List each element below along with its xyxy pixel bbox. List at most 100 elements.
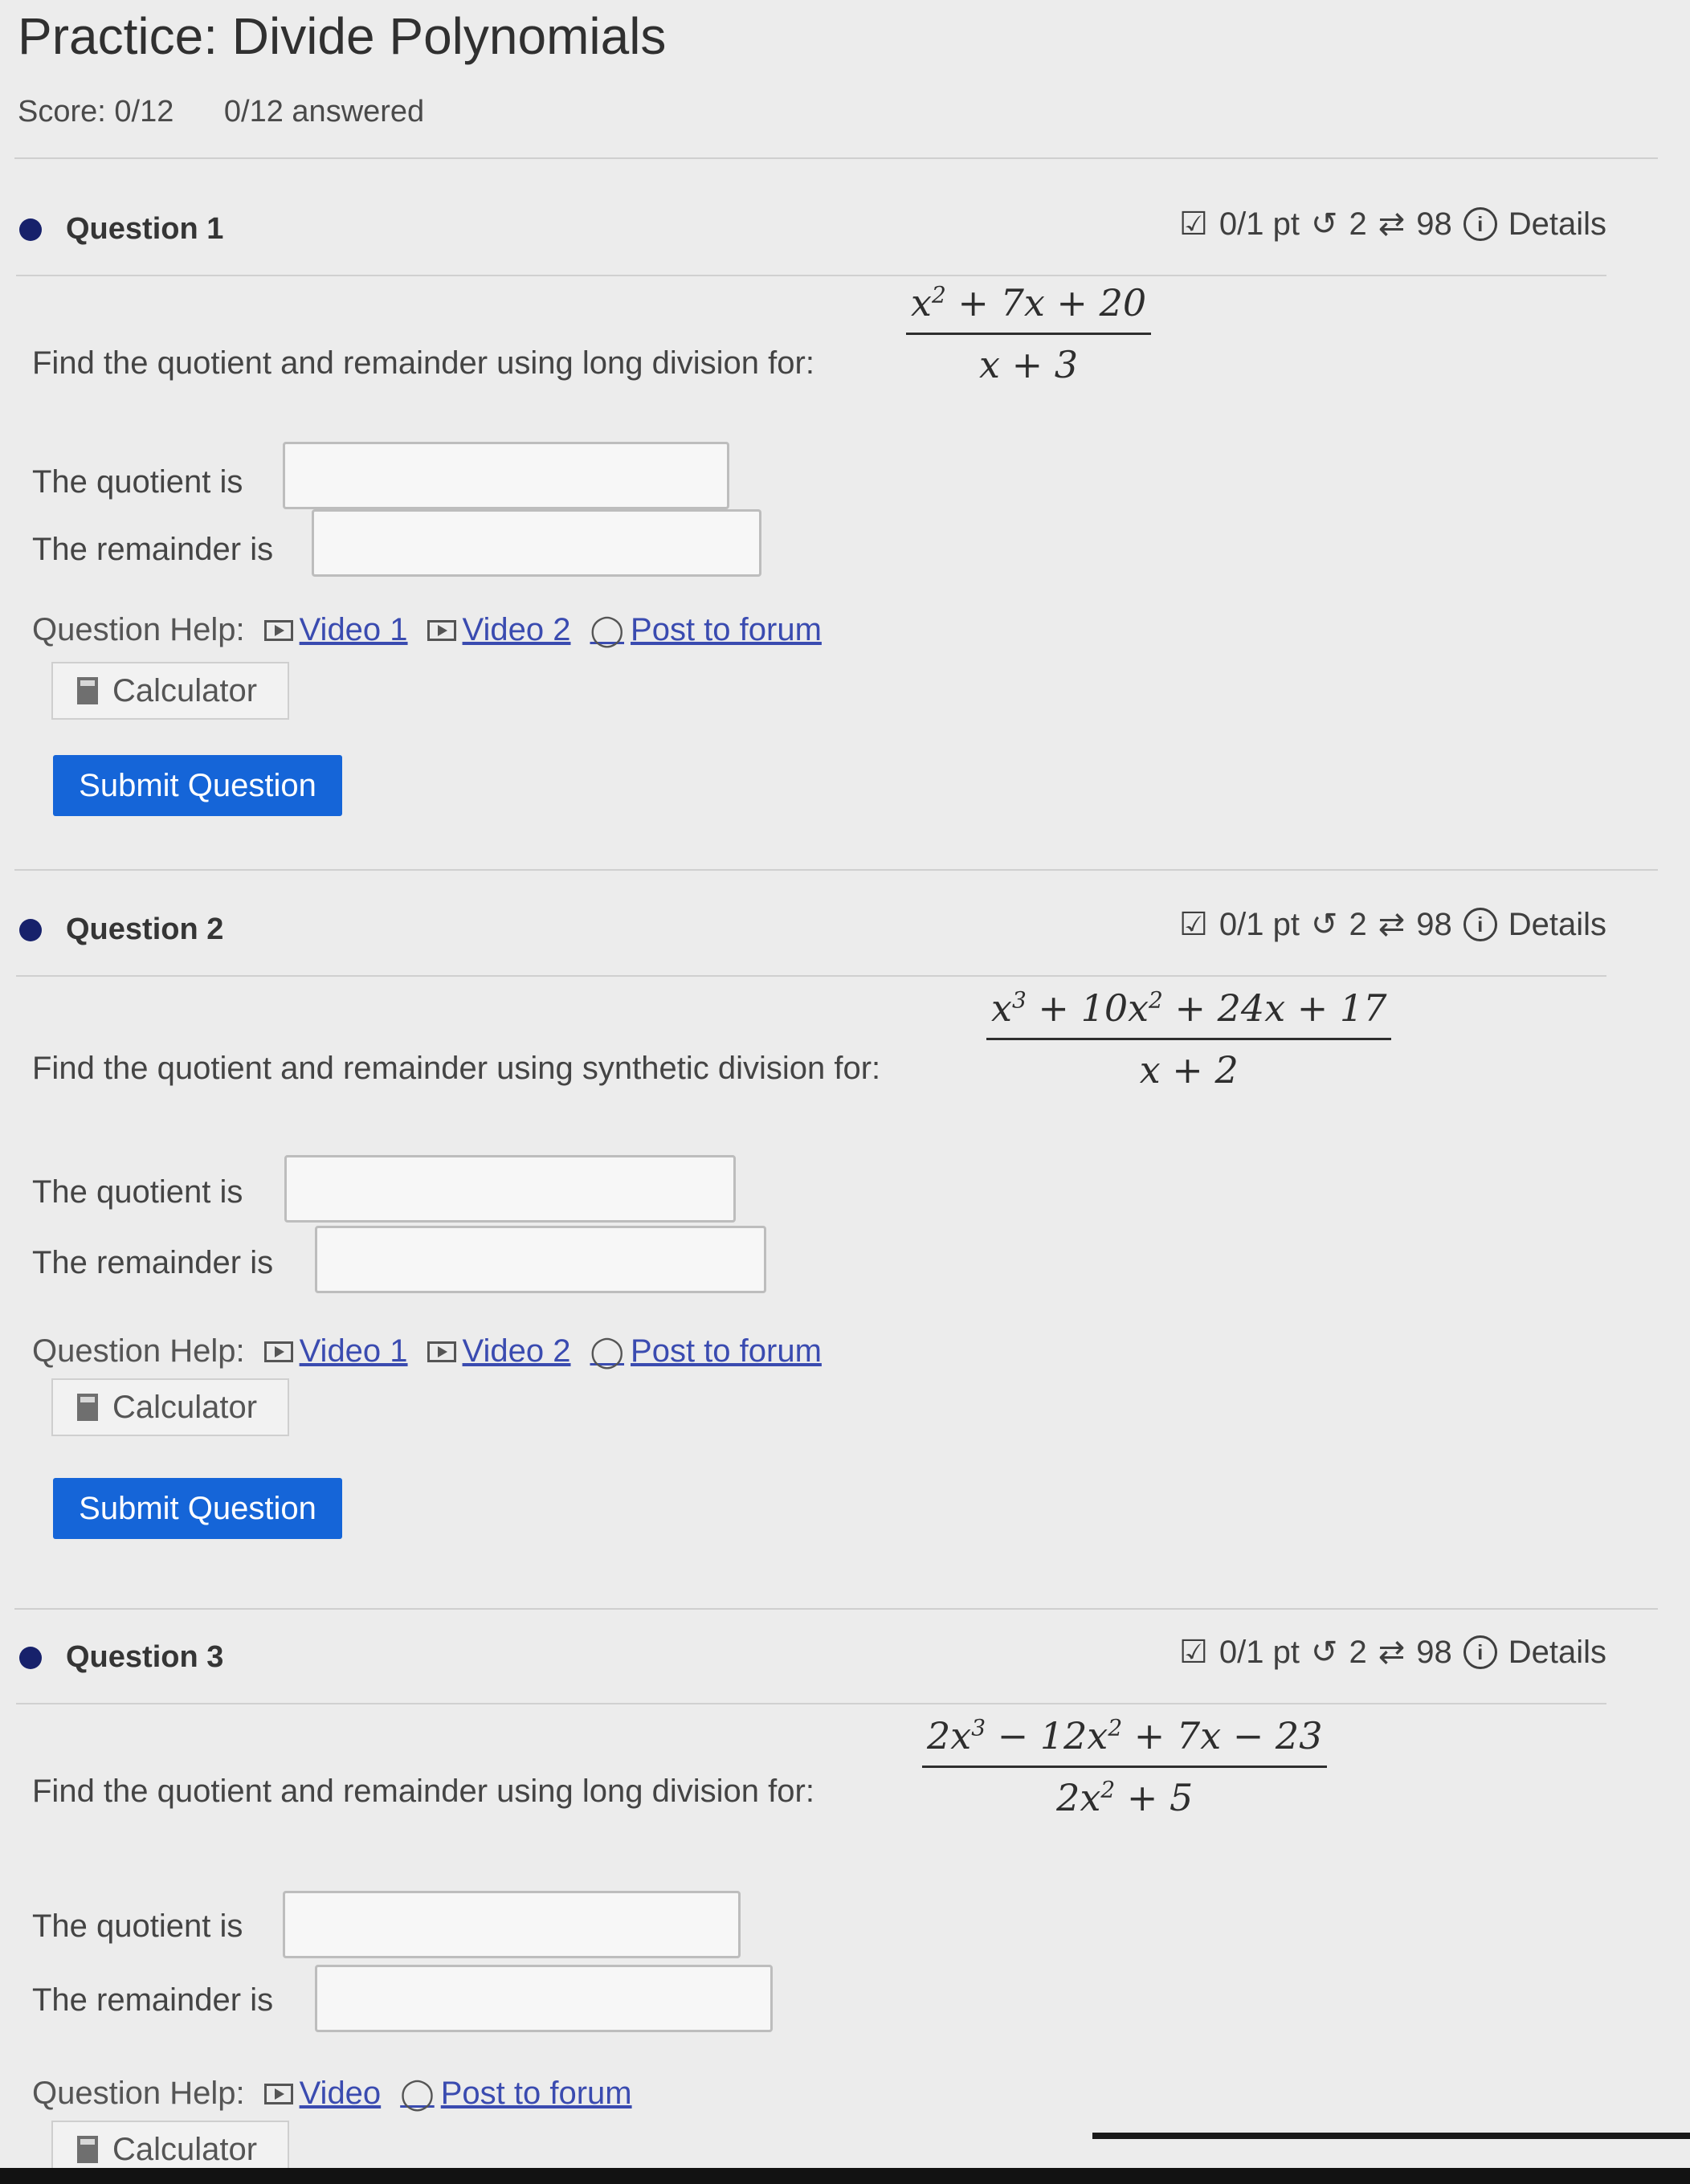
remainder-input[interactable] (312, 509, 761, 577)
calculator-label: Calculator (112, 672, 258, 708)
section-divider (14, 1608, 1658, 1610)
video-icon (263, 619, 293, 641)
versions-count: 98 (1416, 206, 1452, 242)
video-icon (427, 1341, 456, 1362)
question-meta: ☑ 0/1 pt ↺ 2 ⇄ 98 i Details (1179, 206, 1606, 243)
remainder-label: The remainder is (32, 1245, 274, 1280)
score-summary: Score: 0/12 0/12 answered (18, 95, 466, 129)
question-header: Question 3 ☑ 0/1 pt ↺ 2 ⇄ 98 i Details (16, 1629, 1606, 1693)
fraction-denominator: x + 3 (979, 343, 1079, 386)
scrollbar[interactable] (1092, 2133, 1690, 2139)
video-link[interactable]: Video (263, 2076, 382, 2112)
quotient-input[interactable] (284, 1155, 736, 1223)
page-title: Practice: Divide Polynomials (18, 7, 667, 65)
calculator-icon (77, 2136, 98, 2163)
question-label: Question 3 (66, 1640, 224, 1674)
video-2-link[interactable]: Video 2 (427, 612, 571, 648)
question-bullet-icon (19, 218, 42, 241)
forum-icon: ◯ (590, 614, 625, 647)
question-help: Question Help: Video ◯ Post to forum (32, 2076, 632, 2112)
forum-label: Post to forum (631, 1333, 822, 1369)
remainder-label: The remainder is (32, 1982, 274, 2018)
fraction-expression: x2 + 7x + 20 x + 3 (906, 281, 1152, 386)
checkbox-icon: ☑ (1179, 907, 1208, 942)
question-meta: ☑ 0/1 pt ↺ 2 ⇄ 98 i Details (1179, 1634, 1606, 1671)
fraction-numerator: 2x3 − 12x2 + 7x − 23 (927, 1714, 1323, 1757)
question-divider (16, 1703, 1606, 1704)
details-link[interactable]: Details (1508, 206, 1606, 243)
checkbox-icon: ☑ (1179, 1635, 1208, 1670)
fraction-denominator: 2x2 + 5 (1056, 1776, 1194, 1819)
fraction-expression: 2x3 − 12x2 + 7x − 23 2x2 + 5 (922, 1714, 1328, 1819)
screen-bezel (0, 2168, 1690, 2184)
question-label: Question 2 (66, 912, 224, 946)
remainder-label: The remainder is (32, 532, 274, 567)
retry-icon: ↺ (1310, 907, 1338, 942)
forum-icon: ◯ (400, 2077, 435, 2111)
post-to-forum-link[interactable]: ◯ Post to forum (590, 1333, 822, 1370)
quotient-input[interactable] (283, 1891, 741, 1958)
header-divider (14, 157, 1658, 159)
question-bullet-icon (19, 919, 42, 941)
remainder-input[interactable] (315, 1965, 773, 2032)
details-link[interactable]: Details (1508, 907, 1606, 943)
forum-icon: ◯ (590, 1335, 625, 1369)
points: 0/1 pt (1219, 1634, 1300, 1670)
quotient-label: The quotient is (32, 1174, 243, 1210)
help-label: Question Help: (32, 612, 245, 647)
help-label: Question Help: (32, 1333, 245, 1369)
fraction-denominator: x + 2 (1139, 1048, 1239, 1092)
calculator-label: Calculator (112, 2131, 258, 2167)
calculator-icon (77, 677, 98, 704)
question-header: Question 1 ☑ 0/1 pt ↺ 2 ⇄ 98 i Details (16, 201, 1606, 265)
video-icon (263, 1341, 293, 1362)
points: 0/1 pt (1219, 906, 1300, 942)
retry-icon: ↺ (1310, 1635, 1338, 1670)
video-label: Video (299, 2076, 382, 2111)
info-icon[interactable]: i (1463, 908, 1497, 941)
question-header: Question 2 ☑ 0/1 pt ↺ 2 ⇄ 98 i Details (16, 901, 1606, 965)
calculator-button[interactable]: Calculator (51, 1378, 289, 1436)
versions-icon: ⇄ (1378, 907, 1406, 942)
question-help: Question Help: Video 1 Video 2 ◯ Post to … (32, 612, 822, 648)
video-1-label: Video 1 (299, 612, 408, 647)
quotient-input[interactable] (283, 442, 729, 509)
question-divider (16, 975, 1606, 977)
info-icon[interactable]: i (1463, 207, 1497, 241)
question-divider (16, 275, 1606, 276)
video-2-link[interactable]: Video 2 (427, 1333, 571, 1370)
submit-question-button[interactable]: Submit Question (53, 755, 342, 816)
video-1-link[interactable]: Video 1 (263, 1333, 408, 1370)
post-to-forum-link[interactable]: ◯ Post to forum (400, 2076, 631, 2112)
video-icon (427, 619, 456, 641)
section-divider (14, 869, 1658, 871)
post-to-forum-link[interactable]: ◯ Post to forum (590, 612, 822, 648)
question-prompt: Find the quotient and remainder using lo… (32, 345, 814, 381)
fraction-expression: x3 + 10x2 + 24x + 17 x + 2 (986, 986, 1392, 1092)
question-label: Question 1 (66, 212, 224, 246)
submit-question-button[interactable]: Submit Question (53, 1478, 342, 1539)
question-bullet-icon (19, 1647, 42, 1669)
remainder-input[interactable] (315, 1226, 766, 1293)
video-1-label: Video 1 (299, 1333, 408, 1369)
retries-count: 2 (1349, 206, 1367, 242)
forum-label: Post to forum (631, 612, 822, 647)
fraction-numerator: x3 + 10x2 + 24x + 17 (991, 986, 1387, 1030)
checkbox-icon: ☑ (1179, 206, 1208, 242)
question-prompt: Find the quotient and remainder using lo… (32, 1774, 814, 1809)
retries-count: 2 (1349, 1634, 1367, 1670)
video-1-link[interactable]: Video 1 (263, 612, 408, 648)
score-text: Score: 0/12 (18, 95, 174, 129)
info-icon[interactable]: i (1463, 1635, 1497, 1669)
quotient-label: The quotient is (32, 464, 243, 500)
question-prompt: Find the quotient and remainder using sy… (32, 1051, 881, 1086)
answered-count: 0/12 answered (223, 95, 425, 129)
question-meta: ☑ 0/1 pt ↺ 2 ⇄ 98 i Details (1179, 906, 1606, 943)
video-icon (263, 2083, 293, 2104)
calculator-button[interactable]: Calculator (51, 662, 289, 720)
calculator-icon (77, 1394, 98, 1421)
details-link[interactable]: Details (1508, 1635, 1606, 1671)
video-2-label: Video 2 (462, 1333, 571, 1369)
fraction-numerator: x2 + 7x + 20 (911, 281, 1147, 325)
versions-icon: ⇄ (1378, 1635, 1406, 1670)
